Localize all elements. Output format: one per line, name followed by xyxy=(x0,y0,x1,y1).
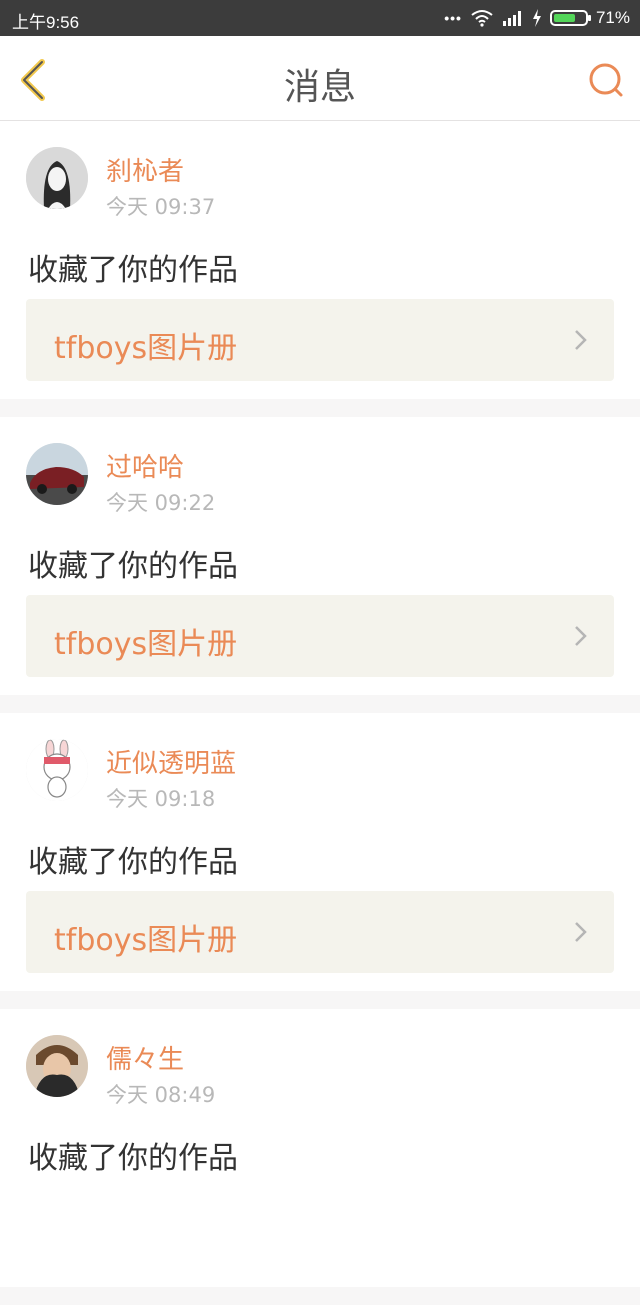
chevron-right-icon xyxy=(575,330,587,350)
message-list: 刹杺者 今天 09:37 收藏了你的作品 tfboys图片册 过哈哈 今天 09… xyxy=(0,121,640,1305)
timestamp: 今天 09:18 xyxy=(106,787,216,811)
username[interactable]: 刹杺者 xyxy=(106,151,184,188)
chevron-right-icon xyxy=(575,922,587,942)
avatar[interactable] xyxy=(26,739,88,801)
action-text: 收藏了你的作品 xyxy=(28,1141,238,1176)
action-text: 收藏了你的作品 xyxy=(28,845,238,880)
work-link[interactable]: tfboys图片册 xyxy=(26,891,614,973)
username[interactable]: 儒々生 xyxy=(106,1039,184,1076)
charging-icon xyxy=(532,9,541,27)
timestamp: 今天 08:49 xyxy=(106,1083,216,1107)
work-title: tfboys图片册 xyxy=(54,331,238,366)
timestamp: 今天 09:37 xyxy=(106,195,216,219)
timestamp: 今天 09:22 xyxy=(106,491,216,515)
wifi-icon xyxy=(471,10,493,27)
work-link[interactable]: tfboys图片册 xyxy=(26,299,614,381)
battery-icon xyxy=(549,10,591,26)
more-dots-icon: ••• xyxy=(444,10,462,26)
battery-percent: 71% xyxy=(595,8,630,27)
signal-icon xyxy=(502,11,521,26)
message-card: 儒々生 今天 08:49 收藏了你的作品 xyxy=(0,1009,640,1287)
status-bar: 上午9:56 ••• 71% xyxy=(0,0,640,36)
avatar[interactable] xyxy=(26,147,88,209)
page-title: 消息 xyxy=(283,67,356,108)
avatar[interactable] xyxy=(26,1035,88,1097)
message-card: 过哈哈 今天 09:22 收藏了你的作品 tfboys图片册 xyxy=(0,417,640,695)
action-text: 收藏了你的作品 xyxy=(28,549,238,584)
work-title: tfboys图片册 xyxy=(54,923,238,958)
avatar[interactable] xyxy=(26,443,88,505)
nav-bar: 消息 xyxy=(0,36,640,121)
status-time: 上午9:56 xyxy=(12,13,80,32)
message-card: 刹杺者 今天 09:37 收藏了你的作品 tfboys图片册 xyxy=(0,121,640,399)
status-icons: ••• 71% xyxy=(444,8,630,28)
work-link[interactable]: tfboys图片册 xyxy=(26,595,614,677)
username[interactable]: 过哈哈 xyxy=(106,447,184,484)
work-title: tfboys图片册 xyxy=(54,627,238,662)
message-card: 近似透明蓝 今天 09:18 收藏了你的作品 tfboys图片册 xyxy=(0,713,640,991)
chevron-right-icon xyxy=(575,626,587,646)
action-text: 收藏了你的作品 xyxy=(28,253,238,288)
username[interactable]: 近似透明蓝 xyxy=(106,743,236,780)
search-icon[interactable] xyxy=(588,62,624,98)
